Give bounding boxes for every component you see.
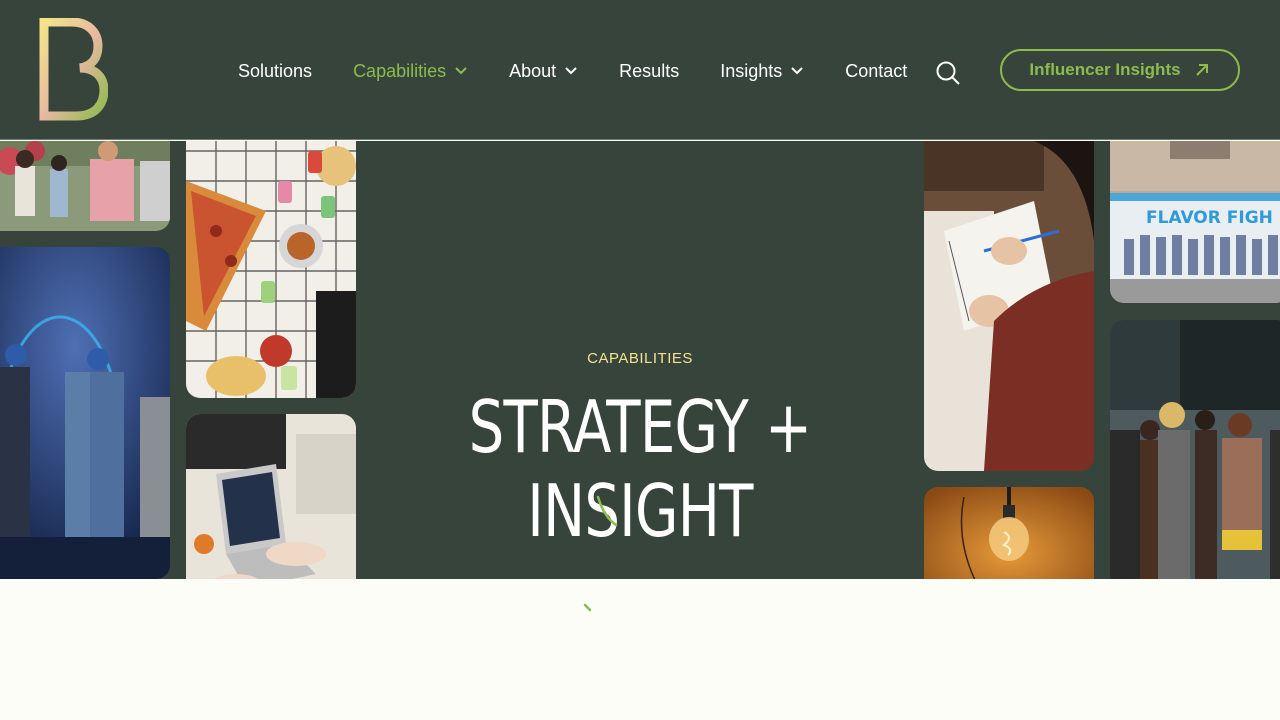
food-truck-sign: FLAVOR FIGH	[1146, 208, 1273, 228]
brand-logo[interactable]	[38, 18, 108, 122]
hero-section: CAPABILITIES STRATEGY + INSIGHT FLAVOR F…	[0, 141, 1280, 579]
search-icon[interactable]	[935, 60, 961, 86]
photo-workers-stage	[0, 247, 170, 579]
nav-label: About	[509, 60, 557, 81]
chevron-down-icon	[791, 67, 803, 75]
nav-item-insights[interactable]: Insights	[720, 61, 804, 82]
photo-pizza-table	[186, 141, 356, 398]
photo-garden-group	[0, 141, 170, 231]
photo-food-truck: FLAVOR FIGH	[1110, 141, 1280, 303]
nav-item-contact[interactable]: Contact	[845, 61, 907, 82]
hero-center: CAPABILITIES STRATEGY + INSIGHT	[356, 141, 924, 579]
nav-label: Capabilities	[353, 60, 447, 81]
photo-notebook-writing	[924, 141, 1094, 471]
photo-crowd-event	[1110, 320, 1280, 579]
hero-title: STRATEGY + INSIGHT	[468, 385, 812, 553]
loading-spinner-icon	[596, 495, 618, 527]
nav-item-about[interactable]: About	[509, 61, 578, 82]
nav-label: Contact	[845, 60, 908, 81]
site-header: Solutions Capabilities About Results Ins…	[0, 0, 1280, 140]
influencer-insights-button[interactable]: Influencer Insights	[1000, 49, 1240, 91]
nav-item-capabilities[interactable]: Capabilities	[353, 61, 468, 82]
nav-label: Results	[619, 60, 680, 81]
hero-eyebrow: CAPABILITIES	[587, 350, 693, 367]
chevron-down-icon	[455, 67, 467, 75]
nav-label: Solutions	[238, 60, 313, 81]
main-nav: Solutions Capabilities About Results Ins…	[238, 56, 948, 86]
chevron-down-icon	[565, 67, 577, 75]
nav-label: Insights	[720, 60, 783, 81]
arrow-up-right-icon	[1195, 64, 1208, 76]
cta-label: Influencer Insights	[1029, 60, 1181, 79]
photo-laptop-desk	[186, 414, 356, 579]
photo-lightbulb	[924, 487, 1094, 579]
loading-dot-icon	[583, 603, 592, 612]
nav-item-results[interactable]: Results	[619, 61, 679, 82]
nav-item-solutions[interactable]: Solutions	[238, 61, 312, 82]
